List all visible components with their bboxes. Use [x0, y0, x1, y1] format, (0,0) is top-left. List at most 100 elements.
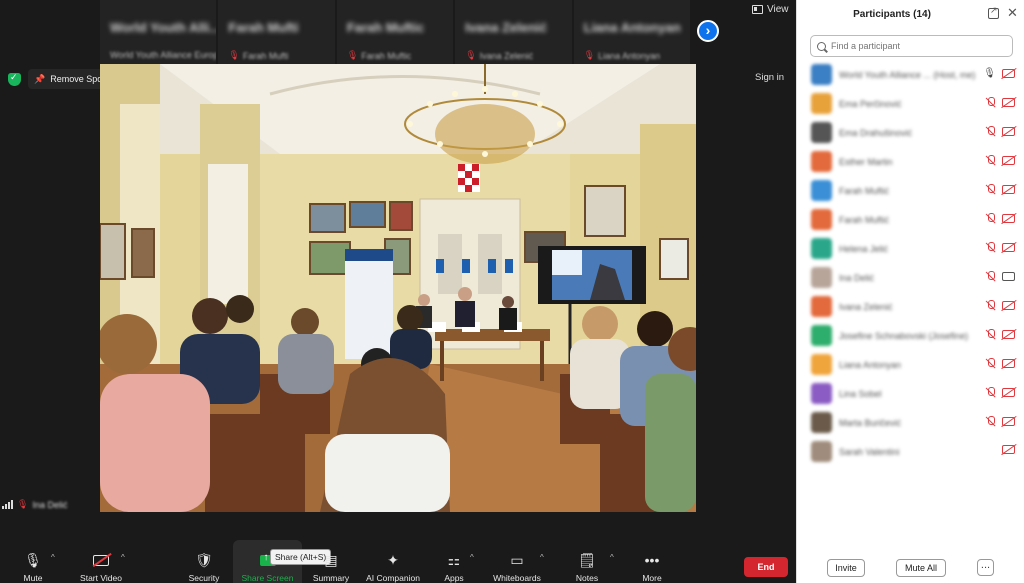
video-thumbnail[interactable]: Farah Mufti 🎙 Farah Mufti — [218, 0, 335, 64]
participant-status — [985, 300, 1015, 311]
mic-muted-icon: 🎙 — [583, 50, 596, 60]
thumbnail-strip: World Youth Alli... World Youth Alliance … — [100, 0, 691, 64]
participant-row[interactable]: Esther Martin — [797, 147, 1024, 176]
thumbnail-caption: 🎙 Ivana Zelenić — [465, 50, 533, 61]
camera-off-icon — [1002, 301, 1015, 310]
popout-icon[interactable] — [988, 5, 999, 19]
next-page-button[interactable]: › — [697, 20, 719, 42]
mute-all-button[interactable]: Mute All — [896, 559, 946, 577]
view-button[interactable]: View — [752, 4, 789, 15]
whiteboards-options-caret[interactable]: ^ — [540, 553, 544, 562]
video-thumbnail[interactable]: Farah Muftic 🎙 Farah Muftic — [336, 0, 454, 64]
avatar — [811, 180, 832, 201]
camera-off-icon — [1002, 98, 1015, 107]
participant-row[interactable]: Ivana Zelenić — [797, 292, 1024, 321]
security-button[interactable]: 🛡 Security — [184, 540, 224, 583]
ai-companion-button[interactable]: ✦ AI Companion — [362, 540, 424, 583]
mic-muted-icon — [985, 242, 996, 253]
mic-muted-icon: 🎙 — [17, 499, 29, 509]
apps-button[interactable]: ⚏ Apps — [440, 540, 468, 583]
avatar — [811, 209, 832, 230]
avatar — [811, 64, 832, 85]
participant-status — [985, 126, 1015, 137]
summary-label: Summary — [312, 573, 350, 583]
participant-row[interactable]: Ema Drahušinović — [797, 118, 1024, 147]
participant-row[interactable]: World Youth Alliance ... (Host, me) 🎙 — [797, 60, 1024, 89]
thumbnail-subname: Farah Muftic — [361, 50, 412, 61]
video-thumbnail[interactable]: Liana Antonyan 🎙 Liana Antonyan — [573, 0, 691, 64]
mic-muted-icon — [985, 416, 996, 427]
panel-title: Participants (14) — [853, 9, 931, 20]
participant-status — [985, 242, 1015, 253]
signal-strength-icon — [2, 500, 13, 509]
spotlight-video — [100, 64, 696, 512]
notes-button[interactable]: 🗒 Notes — [572, 540, 602, 583]
participant-list[interactable]: World Youth Alliance ... (Host, me) 🎙 Ema … — [797, 60, 1024, 466]
participant-row[interactable]: Farah Muftić — [797, 176, 1024, 205]
avatar — [811, 122, 832, 143]
mic-muted-icon — [985, 97, 996, 108]
participant-status — [985, 184, 1015, 195]
more-options-icon[interactable]: ... — [977, 559, 994, 576]
participant-row[interactable]: Josefine Schnabovski (Josefine) — [797, 321, 1024, 350]
summary-button[interactable]: ▤ Summary — [310, 540, 352, 583]
participant-row[interactable]: Helena Jelić — [797, 234, 1024, 263]
mic-muted-icon — [985, 126, 996, 137]
mic-muted-icon — [985, 155, 996, 166]
encryption-shield-icon[interactable] — [8, 72, 21, 86]
thumbnail-name: Ivana Zelenić — [465, 20, 547, 35]
more-button[interactable]: ••• More — [638, 540, 666, 583]
avatar — [811, 238, 832, 259]
thumbnail-caption: 🎙 Liana Antonyan — [584, 50, 661, 61]
video-thumbnail[interactable]: Ivana Zelenić 🎙 Ivana Zelenić — [455, 0, 572, 64]
mic-muted-icon — [985, 300, 996, 311]
camera-off-icon — [1002, 417, 1015, 426]
participant-row[interactable]: Ina Delić — [797, 263, 1024, 292]
search-input[interactable] — [831, 41, 1001, 51]
avatar — [811, 441, 832, 462]
sign-in-link[interactable]: Sign in — [755, 72, 784, 83]
close-icon[interactable]: ✕ — [1007, 5, 1018, 21]
participant-name: Sarah Valentini — [839, 446, 900, 457]
mic-muted-icon — [985, 184, 996, 195]
camera-off-icon — [1002, 156, 1015, 165]
mic-muted-icon — [985, 213, 996, 224]
apps-label: Apps — [444, 573, 464, 583]
participant-row[interactable]: Ema Perčinović — [797, 89, 1024, 118]
invite-button[interactable]: Invite — [827, 559, 865, 577]
apps-options-caret[interactable]: ^ — [470, 553, 474, 562]
avatar — [811, 93, 832, 114]
participant-row[interactable]: Lina Sobel — [797, 379, 1024, 408]
avatar — [811, 383, 832, 404]
mute-button[interactable]: 🎙 Mute — [14, 540, 52, 583]
zoom-window: World Youth Alli... World Youth Alliance … — [0, 0, 1024, 583]
participant-row[interactable]: Sarah Valentini — [797, 437, 1024, 466]
video-off-icon — [92, 550, 112, 570]
video-thumbnail[interactable]: World Youth Alli... World Youth Alliance … — [100, 0, 217, 64]
whiteboards-label: Whiteboards — [493, 573, 541, 583]
mic-muted-icon: 🎙 — [228, 50, 240, 60]
participant-search[interactable] — [810, 35, 1013, 57]
avatar — [811, 267, 832, 288]
shield-icon: 🛡 — [195, 551, 213, 568]
microphone-icon: 🎙 — [24, 551, 42, 568]
thumbnail-name: Farah Mufti — [228, 20, 299, 35]
camera-off-icon — [1002, 445, 1015, 454]
video-options-caret[interactable]: ^ — [121, 553, 125, 562]
apps-icon: ⚏ — [447, 551, 461, 568]
start-video-button[interactable]: Start Video — [74, 540, 128, 583]
participant-row[interactable]: Marta Buričević — [797, 408, 1024, 437]
mic-muted-icon: 🎙 — [346, 50, 359, 60]
participants-panel: Participants (14) ✕ World Youth Alliance… — [796, 0, 1024, 583]
thumbnail-subname: Ivana Zelenić — [479, 50, 534, 61]
end-meeting-button[interactable]: End — [744, 557, 788, 577]
view-icon — [752, 5, 763, 14]
participant-row[interactable]: Liana Antonyan — [797, 350, 1024, 379]
camera-off-icon — [1002, 359, 1015, 368]
mute-options-caret[interactable]: ^ — [51, 553, 55, 562]
conference-room-image — [100, 64, 696, 512]
participant-row[interactable]: Farah Muftić — [797, 205, 1024, 234]
notes-options-caret[interactable]: ^ — [610, 553, 614, 562]
view-label: View — [767, 4, 789, 15]
whiteboards-button[interactable]: ▭ Whiteboards — [489, 540, 545, 583]
